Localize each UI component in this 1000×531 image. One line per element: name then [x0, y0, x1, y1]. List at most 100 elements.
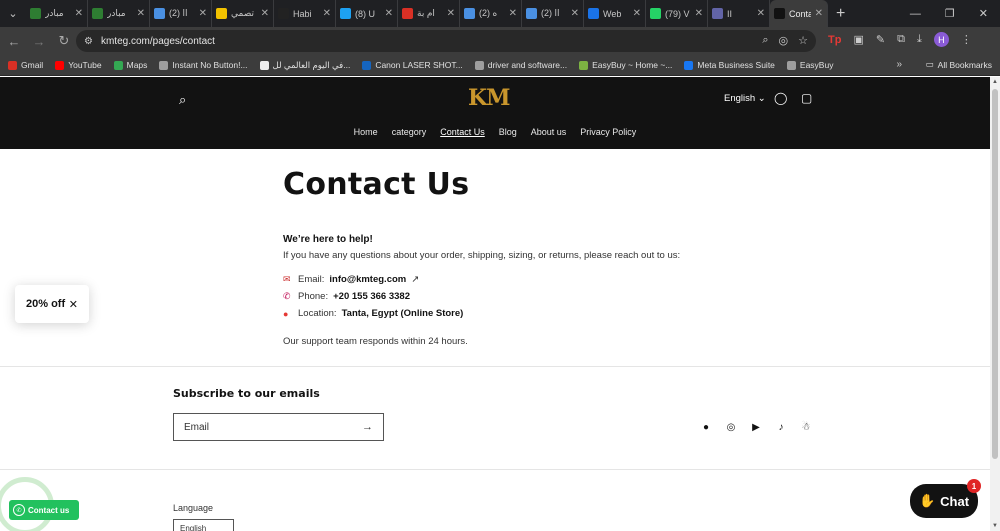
- extensions-puzzle-icon[interactable]: ⧉: [897, 33, 905, 46]
- menu-kebab-icon[interactable]: ⋮: [961, 33, 972, 46]
- bookmark-item[interactable]: driver and software...: [474, 60, 567, 71]
- browser-tab[interactable]: تصمي ✕: [212, 0, 274, 27]
- youtube-icon[interactable]: ▶: [751, 422, 761, 433]
- tab-close-icon[interactable]: ✕: [815, 8, 823, 19]
- search-icon[interactable]: ⌕: [179, 92, 186, 108]
- tab-close-icon[interactable]: ✕: [571, 8, 579, 19]
- browser-tab[interactable]: (2) اا ✕: [522, 0, 584, 27]
- all-bookmarks-button[interactable]: ▭ All Bookmarks: [926, 59, 992, 70]
- bookmark-item[interactable]: EasyBuy: [786, 60, 833, 71]
- download-icon[interactable]: ⤓: [917, 33, 922, 46]
- reload-icon[interactable]: ↻: [53, 30, 75, 52]
- browser-tab[interactable]: ام بة ✕: [398, 0, 460, 27]
- minimize-icon[interactable]: —: [910, 8, 921, 20]
- extension-tp-icon[interactable]: Tp: [828, 34, 841, 46]
- browser-tab[interactable]: II ✕: [708, 0, 770, 27]
- tab-close-icon[interactable]: ✕: [323, 8, 331, 19]
- tab-title: (2) اا: [169, 8, 188, 18]
- browser-tab[interactable]: (2) اا ✕: [150, 0, 212, 27]
- tab-close-icon[interactable]: ✕: [199, 8, 207, 19]
- whatsapp-contact-button[interactable]: ✆ Contact us: [9, 500, 79, 520]
- language-selector[interactable]: English ⌄: [724, 93, 766, 104]
- forward-arrow-icon[interactable]: →: [28, 30, 50, 52]
- address-bar[interactable]: ⚙ kmteg.com/pages/contact ⌕ ◎ ☆: [76, 30, 816, 52]
- tab-close-icon[interactable]: ✕: [695, 8, 703, 19]
- email-link[interactable]: info@kmteg.com: [329, 274, 406, 285]
- tab-title: تصمي: [231, 8, 255, 18]
- newsletter-email-input[interactable]: [184, 421, 362, 433]
- cart-icon[interactable]: ▢: [801, 91, 812, 105]
- bookmarks-overflow-icon[interactable]: »: [896, 59, 902, 70]
- browser-tab[interactable]: Web ✕: [584, 0, 646, 27]
- tab-close-icon[interactable]: ✕: [447, 8, 455, 19]
- bookmark-item[interactable]: YouTube: [55, 60, 102, 71]
- tab-close-icon[interactable]: ✕: [509, 8, 517, 19]
- site-info-icon[interactable]: ⚙: [84, 36, 93, 47]
- folder-icon: ▭: [925, 59, 934, 69]
- scrollbar-thumb[interactable]: [992, 89, 998, 459]
- bookmark-star-icon[interactable]: ☆: [798, 34, 808, 47]
- browser-tab[interactable]: Conta ✕: [770, 0, 828, 27]
- extension-dark-icon[interactable]: ▣: [853, 33, 863, 46]
- discount-popup[interactable]: 20% off ✕: [15, 285, 89, 323]
- external-link-icon[interactable]: ↗: [411, 274, 419, 285]
- instagram-icon[interactable]: ◎: [726, 422, 736, 433]
- bookmark-favicon-icon: [786, 60, 796, 70]
- page-viewport: ⌕ KM English ⌄ ◯ ▢ Home category Contact U…: [0, 77, 990, 531]
- browser-tab[interactable]: (8) U ✕: [336, 0, 398, 27]
- contact-section: Contact Us We’re here to help! If you ha…: [283, 167, 783, 347]
- tab-close-icon[interactable]: ✕: [385, 8, 393, 19]
- nav-link[interactable]: Privacy Policy: [580, 127, 636, 137]
- close-window-icon[interactable]: ✕: [979, 7, 988, 20]
- bookmark-favicon-icon: [159, 60, 169, 70]
- discount-label[interactable]: 20% off: [26, 298, 65, 310]
- chat-label: Chat: [940, 493, 970, 509]
- bookmark-item[interactable]: Instant No Button!...: [159, 60, 248, 71]
- nav-link[interactable]: About us: [531, 127, 567, 137]
- social-links: ● ◎ ▶ ♪ ☃: [701, 422, 811, 433]
- bookmark-item[interactable]: EasyBuy ~ Home ~...: [579, 60, 672, 71]
- scroll-down-icon[interactable]: ▼: [992, 523, 998, 529]
- close-icon[interactable]: ✕: [69, 298, 78, 311]
- tab-close-icon[interactable]: ✕: [261, 8, 269, 19]
- bookmark-item[interactable]: Maps: [113, 60, 147, 71]
- back-arrow-icon[interactable]: ←: [3, 30, 25, 52]
- eye-off-icon[interactable]: ◎: [779, 34, 789, 47]
- new-tab-plus-icon[interactable]: +: [828, 5, 845, 23]
- browser-tab[interactable]: مبادر ✕: [88, 0, 150, 27]
- browser-tab[interactable]: (2) ه ✕: [460, 0, 522, 27]
- browser-tab[interactable]: مبادر ✕: [26, 0, 88, 27]
- account-icon[interactable]: ◯: [774, 91, 787, 105]
- bookmark-item[interactable]: Canon LASER SHOT...: [362, 60, 463, 71]
- zoom-icon[interactable]: ⌕: [762, 34, 768, 47]
- bookmark-item[interactable]: في اليوم العالمي لل...: [259, 60, 350, 71]
- nav-link[interactable]: Contact Us: [440, 127, 485, 137]
- browser-tab[interactable]: (79) V ✕: [646, 0, 708, 27]
- tab-close-icon[interactable]: ✕: [137, 8, 145, 19]
- tab-close-icon[interactable]: ✕: [75, 8, 83, 19]
- scroll-up-icon[interactable]: ▲: [992, 79, 998, 85]
- eyedropper-icon[interactable]: ✎: [876, 33, 885, 46]
- nav-link[interactable]: Home: [354, 127, 378, 137]
- site-logo[interactable]: KM: [468, 85, 510, 111]
- nav-link[interactable]: category: [392, 127, 427, 137]
- nav-link[interactable]: Blog: [499, 127, 517, 137]
- profile-avatar[interactable]: H: [933, 32, 949, 47]
- tiktok-icon[interactable]: ♪: [776, 422, 786, 433]
- browser-tab[interactable]: Habi ✕: [274, 0, 336, 27]
- tab-close-icon[interactable]: ✕: [757, 8, 765, 19]
- tab-close-icon[interactable]: ✕: [633, 8, 641, 19]
- tab-search-chevron-icon[interactable]: ⌄: [0, 0, 26, 27]
- subscribe-arrow-icon[interactable]: →: [362, 421, 373, 433]
- facebook-icon[interactable]: ●: [701, 422, 711, 433]
- bookmark-item[interactable]: Gmail: [8, 60, 43, 71]
- page-scrollbar[interactable]: ▲ ▼: [990, 77, 1000, 531]
- footer-language-select[interactable]: English: [173, 519, 234, 531]
- bookmark-label: Gmail: [21, 60, 44, 70]
- tab-title: (8) U: [355, 8, 375, 19]
- bookmark-favicon-icon: [259, 60, 269, 70]
- snapchat-icon[interactable]: ☃: [801, 422, 811, 433]
- bookmark-item[interactable]: Meta Business Suite: [684, 60, 775, 71]
- url-text[interactable]: kmteg.com/pages/contact: [101, 36, 215, 47]
- restore-icon[interactable]: ❐: [945, 7, 955, 20]
